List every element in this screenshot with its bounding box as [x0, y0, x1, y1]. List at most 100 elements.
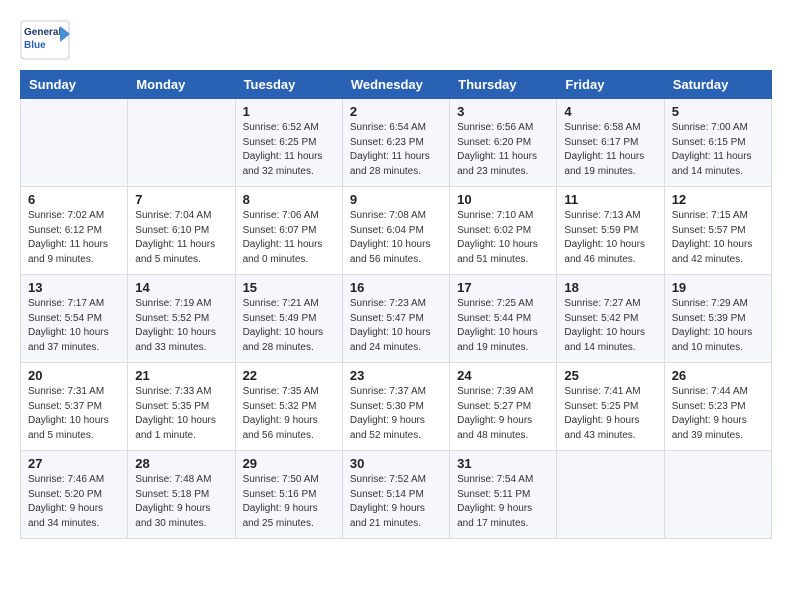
calendar-cell: 5 Sunrise: 7:00 AM Sunset: 6:15 PM Daylig… — [664, 99, 771, 187]
day-info: Sunrise: 7:44 AM Sunset: 5:23 PM Dayligh… — [672, 385, 764, 443]
day-number: 3 — [457, 104, 549, 119]
calendar-cell: 6 Sunrise: 7:02 AM Sunset: 6:12 PM Daylig… — [21, 187, 128, 275]
calendar-cell: 23 Sunrise: 7:37 AM Sunset: 5:30 PM Dayli… — [342, 363, 449, 451]
day-number: 7 — [135, 192, 227, 207]
day-info: Sunrise: 7:50 AM Sunset: 5:16 PM Dayligh… — [243, 473, 335, 531]
calendar-cell: 26 Sunrise: 7:44 AM Sunset: 5:23 PM Dayli… — [664, 363, 771, 451]
day-info: Sunrise: 7:31 AM Sunset: 5:37 PM Dayligh… — [28, 385, 120, 443]
day-number: 23 — [350, 368, 442, 383]
weekday-label: Friday — [557, 71, 664, 99]
calendar-week-row: 27Sunrise: 7:46 AM Sunset: 5:20 PM Dayli… — [21, 451, 772, 539]
day-number: 4 — [564, 104, 656, 119]
calendar-cell: 27Sunrise: 7:46 AM Sunset: 5:20 PM Dayli… — [21, 451, 128, 539]
day-info: Sunrise: 7:48 AM Sunset: 5:18 PM Dayligh… — [135, 473, 227, 531]
day-number: 22 — [243, 368, 335, 383]
calendar-header: SundayMondayTuesdayWednesdayThursdayFrid… — [21, 71, 772, 99]
day-info: Sunrise: 7:17 AM Sunset: 5:54 PM Dayligh… — [28, 297, 120, 355]
day-number: 5 — [672, 104, 764, 119]
day-number: 6 — [28, 192, 120, 207]
weekday-header-row: SundayMondayTuesdayWednesdayThursdayFrid… — [21, 71, 772, 99]
calendar-cell: 2Sunrise: 6:54 AM Sunset: 6:23 PM Daylig… — [342, 99, 449, 187]
calendar-week-row: 20 Sunrise: 7:31 AM Sunset: 5:37 PM Dayli… — [21, 363, 772, 451]
calendar-cell: 7 Sunrise: 7:04 AM Sunset: 6:10 PM Daylig… — [128, 187, 235, 275]
day-info: Sunrise: 7:37 AM Sunset: 5:30 PM Dayligh… — [350, 385, 442, 443]
calendar-cell: 8 Sunrise: 7:06 AM Sunset: 6:07 PM Daylig… — [235, 187, 342, 275]
day-info: Sunrise: 6:52 AM Sunset: 6:25 PM Dayligh… — [243, 121, 335, 179]
calendar-table: SundayMondayTuesdayWednesdayThursdayFrid… — [20, 70, 772, 539]
calendar-cell: 4 Sunrise: 6:58 AM Sunset: 6:17 PM Daylig… — [557, 99, 664, 187]
calendar-cell — [557, 451, 664, 539]
calendar-cell: 3Sunrise: 6:56 AM Sunset: 6:20 PM Daylig… — [450, 99, 557, 187]
day-number: 24 — [457, 368, 549, 383]
calendar-cell: 19 Sunrise: 7:29 AM Sunset: 5:39 PM Dayli… — [664, 275, 771, 363]
calendar-cell: 9 Sunrise: 7:08 AM Sunset: 6:04 PM Daylig… — [342, 187, 449, 275]
day-info: Sunrise: 7:46 AM Sunset: 5:20 PM Dayligh… — [28, 473, 120, 531]
calendar-cell: 24 Sunrise: 7:39 AM Sunset: 5:27 PM Dayli… — [450, 363, 557, 451]
day-info: Sunrise: 7:41 AM Sunset: 5:25 PM Dayligh… — [564, 385, 656, 443]
header: General Blue — [20, 20, 772, 60]
calendar-cell: 21 Sunrise: 7:33 AM Sunset: 5:35 PM Dayli… — [128, 363, 235, 451]
day-number: 9 — [350, 192, 442, 207]
day-number: 15 — [243, 280, 335, 295]
day-number: 31 — [457, 456, 549, 471]
day-number: 11 — [564, 192, 656, 207]
day-number: 10 — [457, 192, 549, 207]
day-number: 1 — [243, 104, 335, 119]
day-info: Sunrise: 7:29 AM Sunset: 5:39 PM Dayligh… — [672, 297, 764, 355]
calendar-cell — [21, 99, 128, 187]
calendar-cell: 16 Sunrise: 7:23 AM Sunset: 5:47 PM Dayli… — [342, 275, 449, 363]
logo: General Blue — [20, 20, 70, 60]
day-number: 16 — [350, 280, 442, 295]
day-info: Sunrise: 7:25 AM Sunset: 5:44 PM Dayligh… — [457, 297, 549, 355]
calendar-cell: 18Sunrise: 7:27 AM Sunset: 5:42 PM Dayli… — [557, 275, 664, 363]
calendar-body: 1 Sunrise: 6:52 AM Sunset: 6:25 PM Daylig… — [21, 99, 772, 539]
day-info: Sunrise: 7:23 AM Sunset: 5:47 PM Dayligh… — [350, 297, 442, 355]
day-number: 14 — [135, 280, 227, 295]
calendar-week-row: 6 Sunrise: 7:02 AM Sunset: 6:12 PM Daylig… — [21, 187, 772, 275]
calendar-week-row: 13 Sunrise: 7:17 AM Sunset: 5:54 PM Dayli… — [21, 275, 772, 363]
calendar-cell: 22Sunrise: 7:35 AM Sunset: 5:32 PM Dayli… — [235, 363, 342, 451]
weekday-label: Sunday — [21, 71, 128, 99]
calendar-cell: 29 Sunrise: 7:50 AM Sunset: 5:16 PM Dayli… — [235, 451, 342, 539]
weekday-label: Tuesday — [235, 71, 342, 99]
weekday-label: Thursday — [450, 71, 557, 99]
svg-text:General: General — [24, 27, 61, 38]
day-number: 29 — [243, 456, 335, 471]
day-info: Sunrise: 7:33 AM Sunset: 5:35 PM Dayligh… — [135, 385, 227, 443]
day-info: Sunrise: 6:58 AM Sunset: 6:17 PM Dayligh… — [564, 121, 656, 179]
day-info: Sunrise: 7:08 AM Sunset: 6:04 PM Dayligh… — [350, 209, 442, 267]
day-info: Sunrise: 7:02 AM Sunset: 6:12 PM Dayligh… — [28, 209, 120, 267]
calendar-cell: 10 Sunrise: 7:10 AM Sunset: 6:02 PM Dayli… — [450, 187, 557, 275]
day-number: 2 — [350, 104, 442, 119]
day-info: Sunrise: 7:39 AM Sunset: 5:27 PM Dayligh… — [457, 385, 549, 443]
day-info: Sunrise: 7:06 AM Sunset: 6:07 PM Dayligh… — [243, 209, 335, 267]
calendar-week-row: 1 Sunrise: 6:52 AM Sunset: 6:25 PM Daylig… — [21, 99, 772, 187]
day-number: 19 — [672, 280, 764, 295]
day-info: Sunrise: 7:52 AM Sunset: 5:14 PM Dayligh… — [350, 473, 442, 531]
weekday-label: Monday — [128, 71, 235, 99]
calendar-cell: 17 Sunrise: 7:25 AM Sunset: 5:44 PM Dayli… — [450, 275, 557, 363]
day-number: 21 — [135, 368, 227, 383]
day-number: 18 — [564, 280, 656, 295]
day-info: Sunrise: 7:10 AM Sunset: 6:02 PM Dayligh… — [457, 209, 549, 267]
day-info: Sunrise: 7:54 AM Sunset: 5:11 PM Dayligh… — [457, 473, 549, 531]
day-number: 20 — [28, 368, 120, 383]
day-number: 8 — [243, 192, 335, 207]
day-number: 13 — [28, 280, 120, 295]
calendar-cell — [128, 99, 235, 187]
day-info: Sunrise: 7:04 AM Sunset: 6:10 PM Dayligh… — [135, 209, 227, 267]
day-info: Sunrise: 7:15 AM Sunset: 5:57 PM Dayligh… — [672, 209, 764, 267]
calendar-cell: 13 Sunrise: 7:17 AM Sunset: 5:54 PM Dayli… — [21, 275, 128, 363]
svg-text:Blue: Blue — [24, 40, 46, 51]
calendar-cell: 1 Sunrise: 6:52 AM Sunset: 6:25 PM Daylig… — [235, 99, 342, 187]
day-number: 26 — [672, 368, 764, 383]
day-info: Sunrise: 7:13 AM Sunset: 5:59 PM Dayligh… — [564, 209, 656, 267]
day-info: Sunrise: 7:21 AM Sunset: 5:49 PM Dayligh… — [243, 297, 335, 355]
calendar-cell: 20 Sunrise: 7:31 AM Sunset: 5:37 PM Dayli… — [21, 363, 128, 451]
day-number: 12 — [672, 192, 764, 207]
day-info: Sunrise: 7:00 AM Sunset: 6:15 PM Dayligh… — [672, 121, 764, 179]
day-number: 30 — [350, 456, 442, 471]
weekday-label: Saturday — [664, 71, 771, 99]
calendar-cell: 11 Sunrise: 7:13 AM Sunset: 5:59 PM Dayli… — [557, 187, 664, 275]
day-number: 17 — [457, 280, 549, 295]
